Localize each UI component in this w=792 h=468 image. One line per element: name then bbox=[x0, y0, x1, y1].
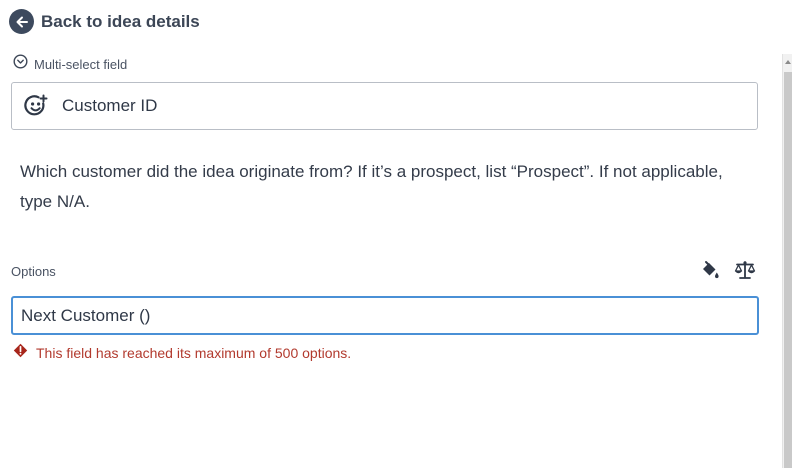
back-to-idea-details-link[interactable]: Back to idea details bbox=[9, 9, 200, 34]
field-name-value: Customer ID bbox=[62, 96, 158, 115]
field-type-indicator: Multi-select field bbox=[13, 54, 127, 74]
field-editor-panel: Back to idea details Multi-select field … bbox=[0, 0, 792, 468]
scrollbar-thumb[interactable] bbox=[784, 72, 792, 468]
back-link-label: Back to idea details bbox=[41, 11, 200, 31]
field-description[interactable]: Which customer did the idea originate fr… bbox=[20, 157, 755, 217]
field-type-label: Multi-select field bbox=[34, 56, 128, 72]
chevron-circle-down-icon bbox=[13, 54, 28, 74]
options-input[interactable] bbox=[11, 296, 759, 335]
smiley-plus-icon[interactable] bbox=[24, 94, 48, 118]
options-error-message: This field has reached its maximum of 50… bbox=[13, 343, 351, 363]
paint-bucket-icon[interactable] bbox=[699, 259, 721, 281]
warning-diamond-icon bbox=[13, 343, 28, 363]
vertical-scrollbar[interactable] bbox=[782, 54, 792, 468]
error-text: This field has reached its maximum of 50… bbox=[36, 345, 352, 361]
balance-scale-icon[interactable] bbox=[734, 259, 756, 281]
scroll-up-arrow-icon[interactable] bbox=[784, 58, 792, 66]
field-name-input[interactable]: Customer ID bbox=[11, 82, 758, 130]
arrow-left-icon bbox=[9, 9, 34, 34]
options-label: Options bbox=[11, 264, 56, 279]
